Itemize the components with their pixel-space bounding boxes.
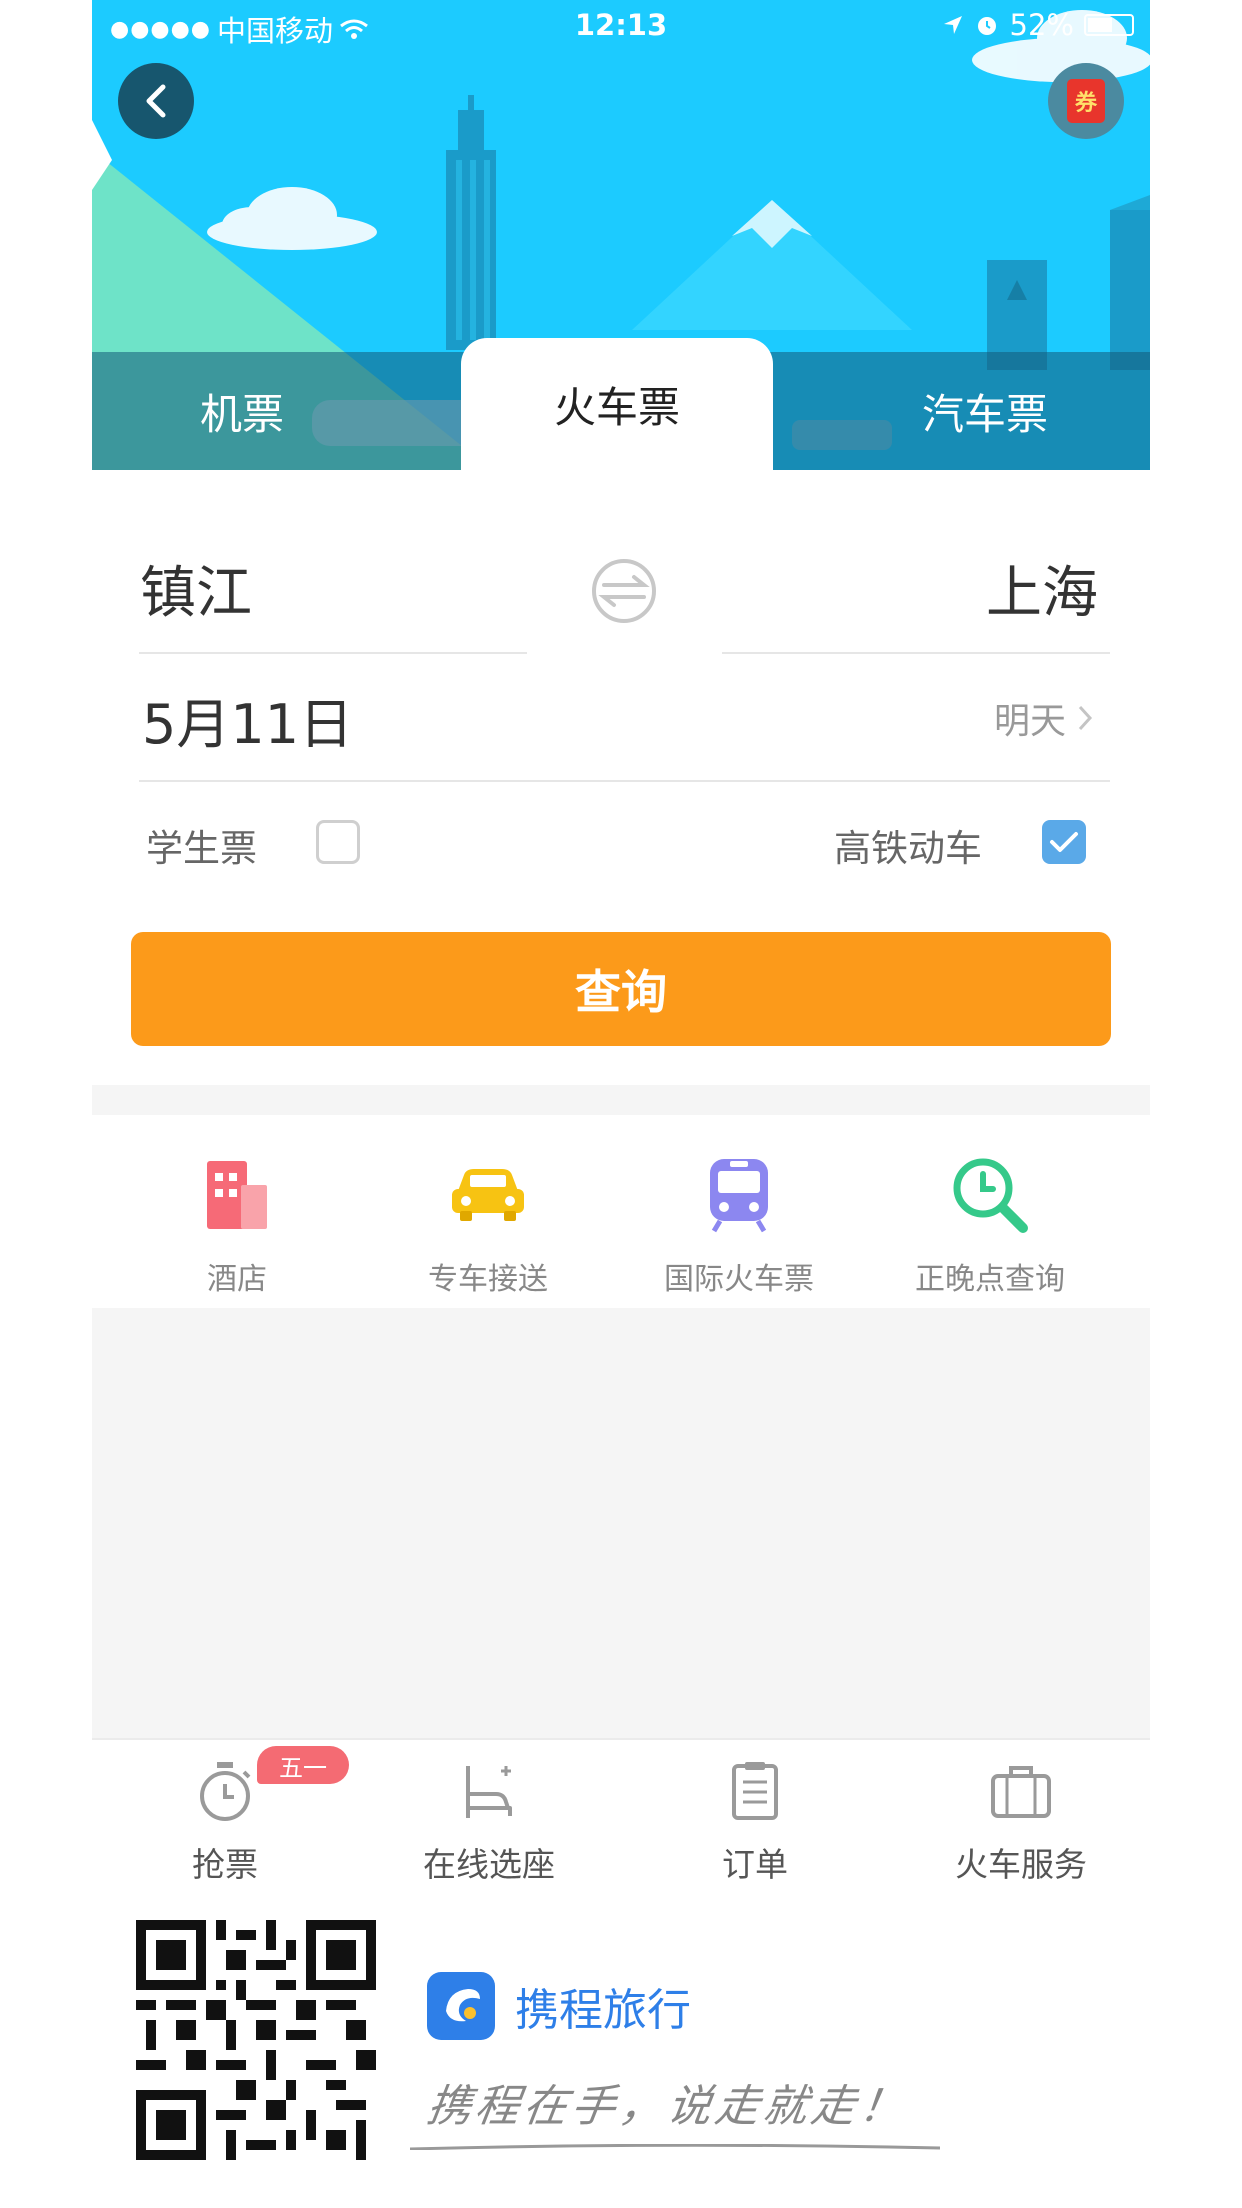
stopwatch-icon — [200, 1762, 251, 1821]
high-speed-label: 高铁动车 — [834, 827, 982, 870]
checkmark-icon — [1050, 832, 1078, 852]
quick-link-label: 专车接送 — [428, 1262, 548, 1297]
battery-percent: 52% — [1009, 8, 1074, 42]
car-icon — [452, 1169, 524, 1221]
seat-icon — [466, 1766, 512, 1818]
quick-link-hotel[interactable]: 酒店 — [107, 1150, 367, 1298]
bottom-tab-label: 订单 — [722, 1845, 788, 1884]
hotel-icon — [207, 1161, 267, 1229]
bottom-tab-label: 火车服务 — [955, 1845, 1087, 1884]
student-ticket-label: 学生票 — [146, 827, 257, 870]
status-bar: ●●●●● 中国移动 12:13 52% — [92, 0, 1150, 52]
suitcase-icon — [991, 1766, 1051, 1818]
brand: 携程旅行 — [427, 1972, 691, 2040]
tab-bus-label: 汽车票 — [921, 389, 1048, 439]
slogan-underline — [410, 2144, 940, 2150]
quick-link-label: 国际火车票 — [664, 1262, 814, 1297]
content-placeholder-area — [92, 1308, 1150, 1738]
date-hint-link[interactable]: 明天 — [994, 692, 1094, 744]
arrival-city[interactable]: 上海 — [986, 548, 1098, 629]
clock-search-icon — [953, 1158, 1028, 1233]
chevron-left-icon — [146, 84, 166, 118]
brand-slogan: 携程在手，说走就走！ — [423, 2081, 911, 2132]
student-ticket-checkbox[interactable] — [316, 820, 360, 864]
tab-bus[interactable]: 汽车票 — [825, 352, 1145, 470]
departure-city[interactable]: 镇江 — [140, 548, 252, 629]
quick-link-label: 酒店 — [207, 1262, 267, 1297]
qr-code[interactable] — [136, 1920, 376, 2160]
train-icon — [710, 1159, 768, 1233]
quick-link-car-service[interactable]: 专车接送 — [358, 1150, 618, 1298]
location-arrow-icon — [943, 16, 962, 34]
ctrip-logo-icon — [427, 1972, 495, 2040]
divider — [722, 652, 1110, 654]
divider — [139, 780, 1110, 782]
departure-date[interactable]: 5月11日 — [142, 680, 353, 759]
bottom-tab-label: 抢票 — [192, 1845, 258, 1884]
tab-train[interactable]: 火车票 — [461, 338, 773, 470]
coupon-icon: 券 — [1067, 79, 1105, 123]
brand-name: 携程旅行 — [515, 1985, 691, 2036]
chevron-right-icon — [1078, 705, 1093, 731]
divider — [92, 1738, 1150, 1740]
tab-flight-label: 机票 — [199, 389, 284, 439]
holiday-badge: 五一 — [257, 1746, 349, 1784]
high-speed-checkbox[interactable] — [1042, 820, 1086, 864]
alarm-icon — [977, 17, 996, 35]
tab-seat-selection[interactable]: 在线选座 — [389, 1752, 589, 1886]
date-hint-label: 明天 — [993, 701, 1066, 742]
coupon-button[interactable]: 券 — [1048, 63, 1124, 139]
tab-flight[interactable]: 机票 — [92, 352, 392, 470]
tab-orders[interactable]: 订单 — [655, 1752, 855, 1886]
back-button[interactable] — [118, 63, 194, 139]
clipboard-icon — [732, 1762, 778, 1820]
quick-link-label: 正晚点查询 — [915, 1262, 1065, 1297]
tab-train-label: 火车票 — [553, 382, 680, 432]
divider — [139, 652, 527, 654]
quick-link-intl-train[interactable]: 国际火车票 — [609, 1150, 869, 1298]
bottom-tab-label: 在线选座 — [423, 1845, 555, 1884]
tab-train-services[interactable]: 火车服务 — [921, 1752, 1121, 1886]
swap-cities-icon[interactable] — [590, 557, 658, 625]
section-separator — [92, 1085, 1150, 1115]
app-screen: ●●●●● 中国移动 12:13 52% 券 机票 火车票 汽车票 镇江 上海 … — [92, 0, 1150, 2208]
quick-link-delay-check[interactable]: 正晚点查询 — [860, 1150, 1120, 1298]
battery-icon — [1084, 14, 1134, 36]
search-button[interactable]: 查询 — [131, 932, 1111, 1046]
